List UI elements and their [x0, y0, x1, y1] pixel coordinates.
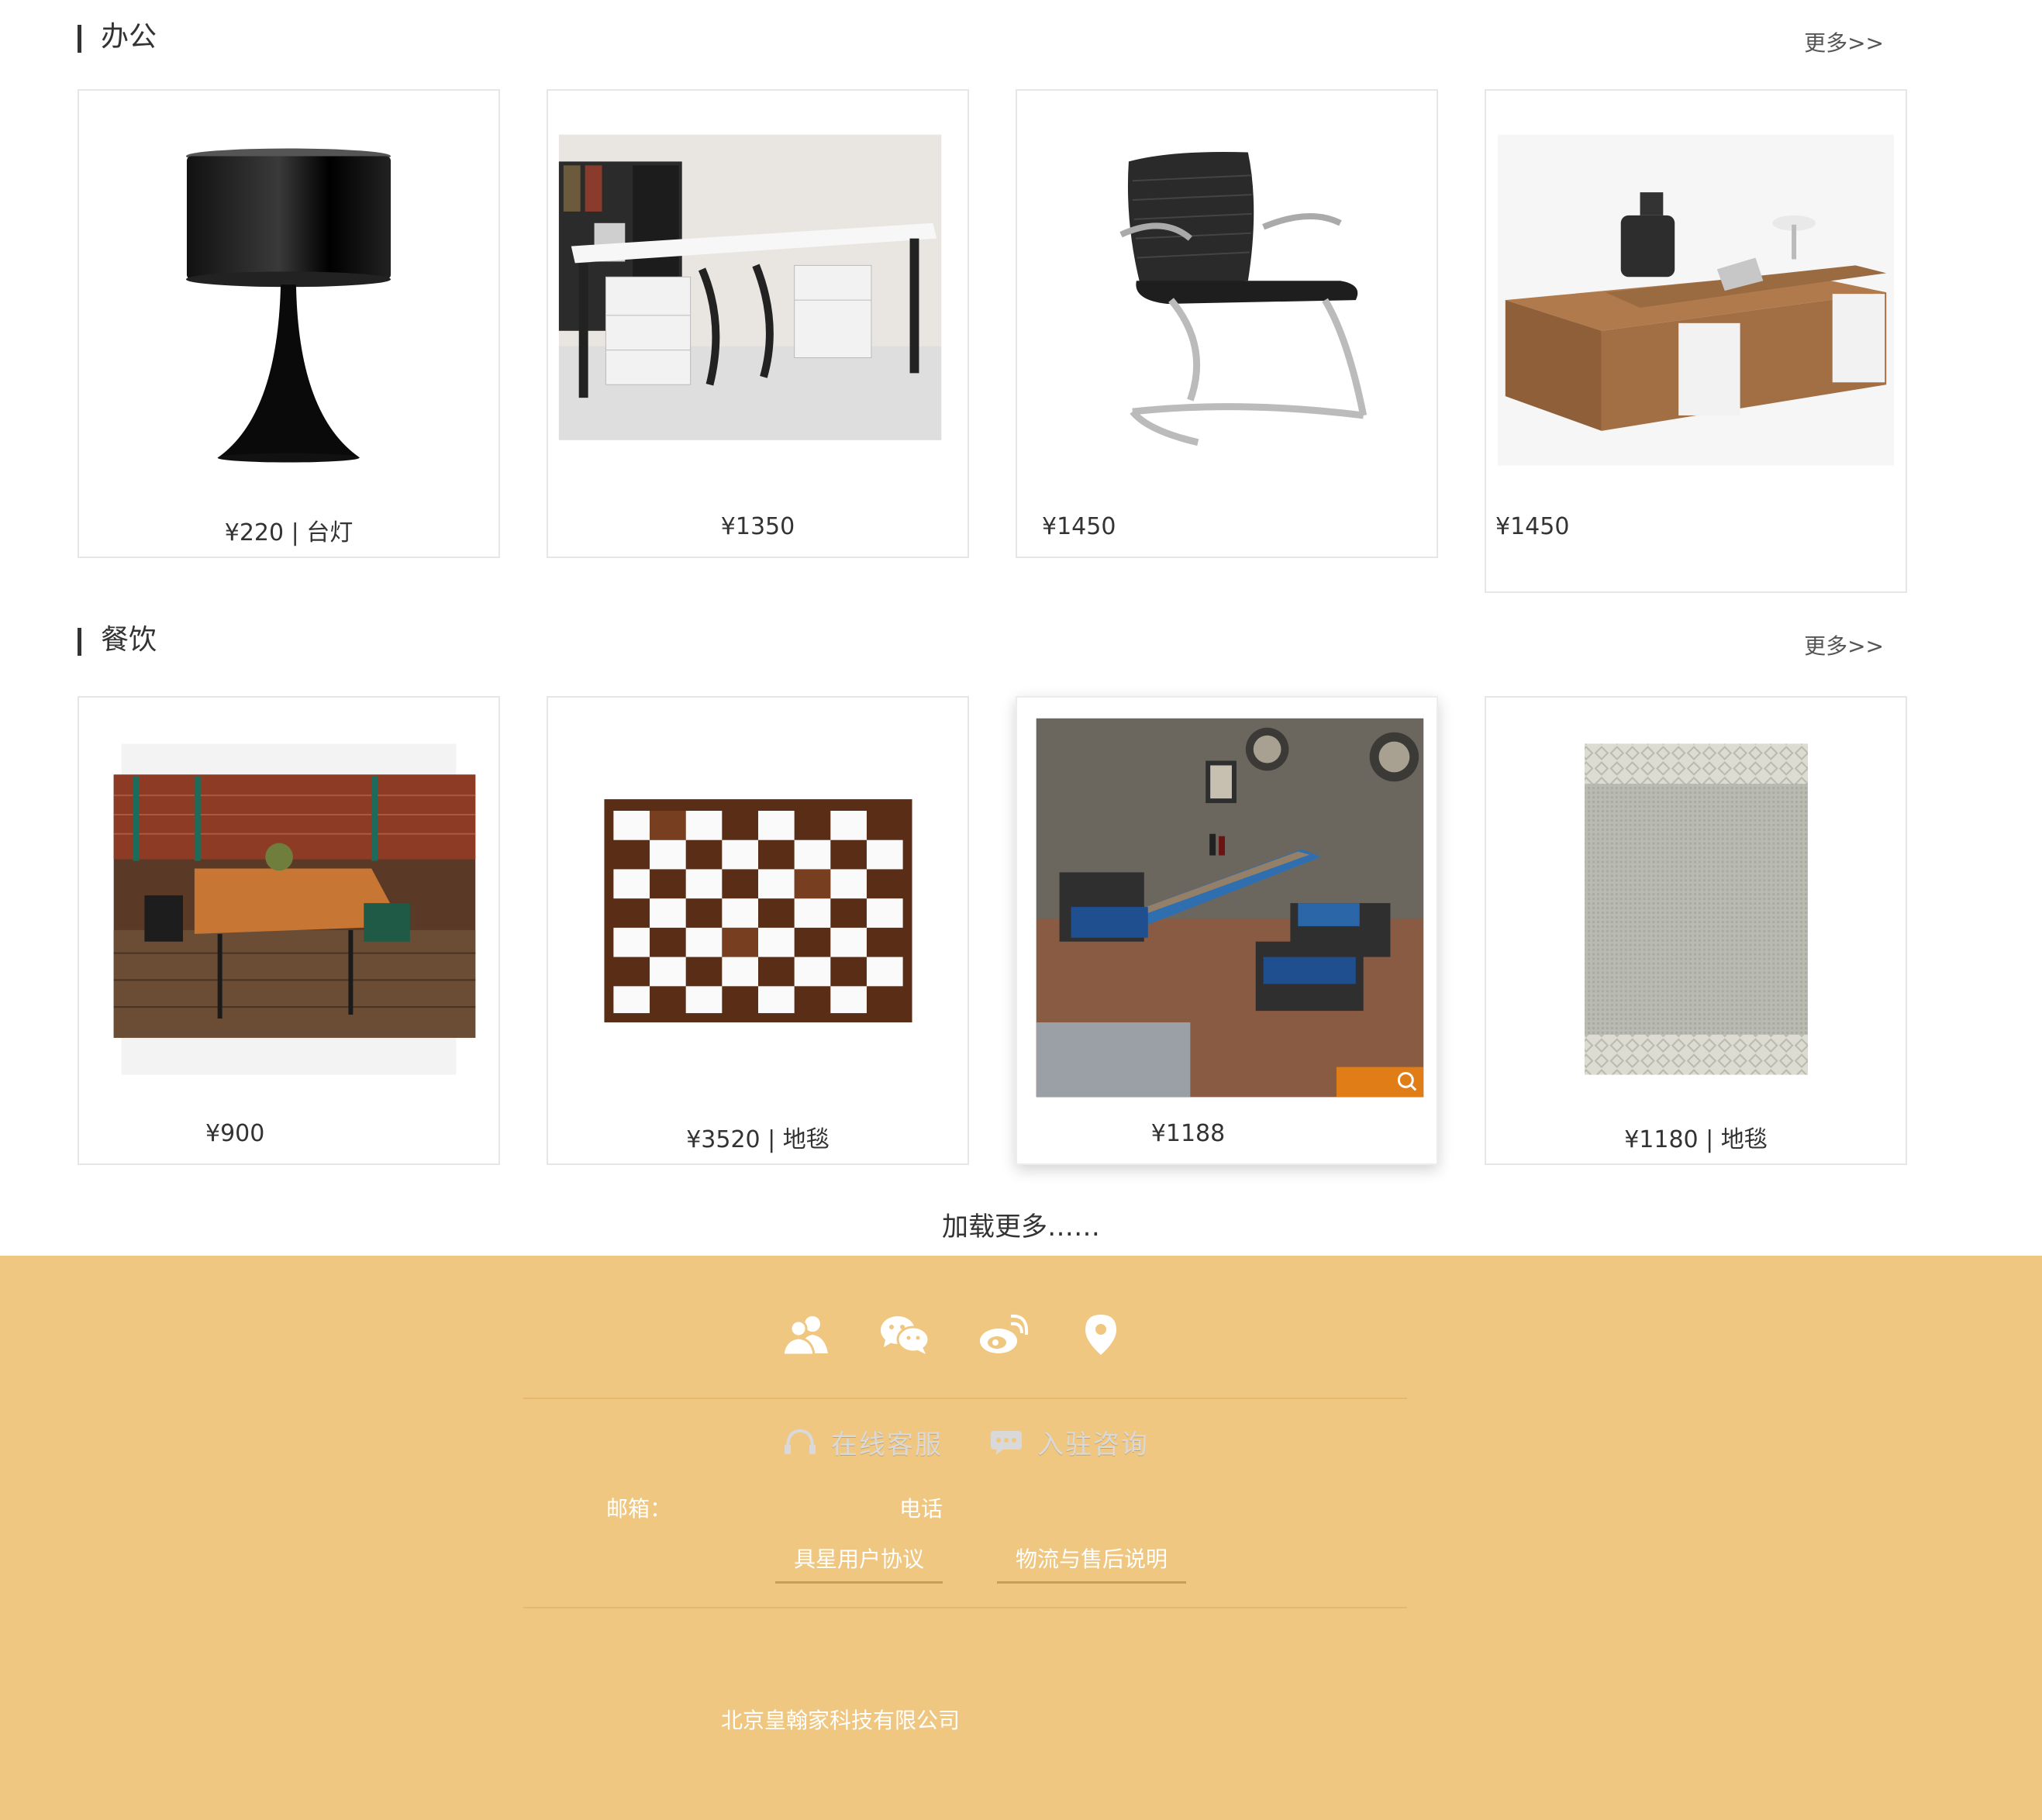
product-image-patchwork-rug[interactable]	[548, 698, 968, 1132]
section-marker	[78, 25, 81, 53]
more-link-office[interactable]: 更多>>	[1804, 20, 1884, 67]
product-card[interactable]: ¥1188	[1016, 696, 1438, 1165]
wechat-icon[interactable]	[874, 1304, 936, 1366]
product-image-table-lamp[interactable]	[79, 91, 498, 525]
product-price: ¥1180 | 地毯	[1624, 1126, 1768, 1153]
product-image-restaurant-booth[interactable]	[1017, 698, 1437, 1132]
section-header-dining: 餐饮 更多>>	[78, 617, 1884, 664]
product-image-gray-rug[interactable]	[1486, 698, 1906, 1132]
online-service-link[interactable]: 在线客服	[783, 1423, 943, 1461]
product-image-office-desk[interactable]	[548, 91, 968, 525]
product-card[interactable]: ¥1450	[1485, 89, 1907, 593]
product-card[interactable]: ¥3520 | 地毯	[547, 696, 969, 1165]
section-header-office: 办公 更多>>	[78, 14, 1884, 60]
more-link-dining[interactable]: 更多>>	[1804, 623, 1884, 670]
product-image-dining-table[interactable]	[79, 698, 498, 1132]
product-card[interactable]: ¥220 | 台灯	[78, 89, 500, 558]
footer: 在线客服 入驻咨询 邮箱： 电话 具星用户协议 物流与售后说明 北京皇翰家科技有…	[0, 1256, 2042, 1820]
product-price: ¥1450	[1495, 513, 1570, 540]
product-image-executive-desk[interactable]	[1486, 91, 1906, 525]
footer-divider	[523, 1607, 1407, 1608]
company-name: 北京皇翰家科技有限公司	[721, 1708, 961, 1733]
phone-label: 电话	[899, 1496, 943, 1522]
join-consult-link[interactable]: 入驻咨询	[989, 1423, 1149, 1461]
online-service-label: 在线客服	[831, 1429, 943, 1460]
product-card[interactable]: ¥900	[78, 696, 500, 1165]
service-links: 在线客服 入驻咨询	[783, 1418, 1149, 1465]
product-price: ¥1188	[1150, 1120, 1226, 1147]
users-icon[interactable]	[775, 1304, 837, 1366]
user-agreement-link[interactable]: 具星用户协议	[775, 1543, 943, 1584]
section-title-dining: 餐饮	[101, 624, 157, 656]
headset-icon	[785, 1429, 816, 1454]
load-more-button[interactable]: 加载更多……	[0, 1205, 2042, 1243]
product-price: ¥3520 | 地毯	[686, 1126, 830, 1153]
footer-links: 具星用户协议 物流与售后说明	[775, 1543, 1187, 1584]
footer-divider	[523, 1398, 1407, 1399]
product-price: ¥220 | 台灯	[224, 519, 354, 546]
social-icons	[775, 1304, 1132, 1366]
product-price: ¥1450	[1042, 513, 1116, 540]
product-image-office-chair[interactable]	[1017, 91, 1437, 525]
location-pin-icon[interactable]	[1070, 1304, 1132, 1366]
section-title-office: 办公	[101, 21, 157, 53]
logistics-link[interactable]: 物流与售后说明	[997, 1543, 1187, 1584]
product-price: ¥1350	[720, 513, 795, 540]
product-card[interactable]: ¥1350	[547, 89, 969, 558]
section-marker	[78, 628, 81, 656]
product-price: ¥900	[205, 1120, 265, 1147]
product-card[interactable]: ¥1450	[1016, 89, 1438, 558]
join-consult-label: 入驻咨询	[1037, 1429, 1149, 1460]
email-label: 邮箱：	[606, 1496, 672, 1522]
product-card[interactable]: ¥1180 | 地毯	[1485, 696, 1907, 1165]
chat-bubble-icon	[991, 1431, 1022, 1455]
weibo-icon[interactable]	[971, 1304, 1033, 1366]
